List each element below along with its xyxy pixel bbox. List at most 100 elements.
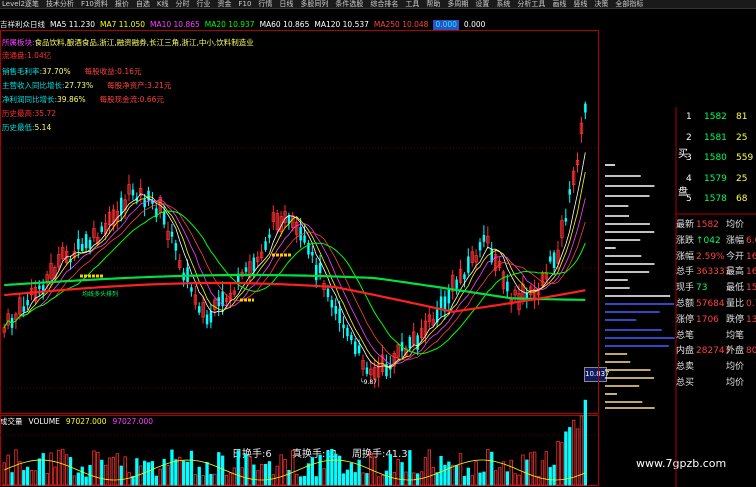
- volume-bar: [283, 458, 287, 486]
- volume-bar: [287, 469, 291, 486]
- volume-bar: [33, 470, 38, 486]
- volume-bar: [22, 470, 26, 486]
- candle-body: [209, 311, 213, 323]
- volume-bar: [525, 459, 529, 486]
- volume-bar: [435, 472, 439, 486]
- volume-bar: [431, 466, 435, 486]
- volume-bar: [45, 472, 49, 486]
- volume-bar: [139, 465, 143, 486]
- volume-bar: [396, 459, 400, 486]
- low-price-label: └9.87: [360, 378, 377, 386]
- volume-bar: [306, 463, 311, 486]
- candle-body: [170, 231, 174, 237]
- volume-bar: [291, 450, 295, 486]
- volume-bar: [369, 452, 373, 486]
- volume-bar: [224, 474, 229, 486]
- volume-bar: [162, 459, 166, 486]
- volume-bar: [298, 476, 303, 486]
- candle-body: [482, 234, 486, 242]
- volume-bar: [100, 459, 104, 486]
- candle-body: [264, 241, 267, 250]
- volume-bar: [451, 464, 455, 486]
- volume-bar: [213, 473, 217, 486]
- pattern-label: 均线多头排列: [82, 290, 118, 298]
- volume-bar: [341, 473, 346, 486]
- candle-body: [506, 281, 509, 292]
- candle-body: [584, 103, 587, 113]
- volume-bar: [158, 468, 162, 486]
- volume-bar: [384, 470, 389, 486]
- volume-bar: [248, 455, 252, 486]
- volume-bar: [349, 462, 354, 486]
- volume-bar: [443, 464, 447, 486]
- volume-bar: [236, 450, 240, 486]
- volume-bar: [314, 476, 318, 486]
- candle-body: [357, 345, 361, 354]
- volume-bar: [127, 472, 131, 486]
- candle-body: [467, 256, 470, 273]
- candle-body: [478, 242, 482, 251]
- volume-bar: [232, 467, 237, 486]
- ma20-line: [3, 210, 586, 355]
- volume-bar: [334, 453, 338, 486]
- candle-body: [198, 306, 201, 313]
- candle-body: [303, 235, 306, 243]
- candle-body: [463, 274, 466, 280]
- volume-bar: [61, 448, 65, 486]
- volume-bar: [68, 457, 73, 486]
- volume-bar: [404, 471, 408, 486]
- candle-body: [338, 308, 341, 324]
- candle-body: [318, 262, 322, 273]
- candle-body: [77, 238, 80, 250]
- candle-body: [455, 279, 458, 289]
- volume-bar: [474, 461, 478, 486]
- volume-bar: [228, 472, 233, 486]
- volume-bar: [29, 469, 34, 486]
- candle-body: [131, 189, 135, 196]
- volume-bar: [259, 463, 264, 486]
- volume-bar: [92, 450, 96, 486]
- volume-bar: [556, 440, 560, 486]
- volume-bar: [267, 461, 272, 486]
- volume-bar: [217, 452, 221, 486]
- volume-bar: [189, 450, 194, 486]
- volume-bar: [365, 473, 369, 486]
- candle-body: [88, 239, 92, 249]
- candle-body: [334, 305, 337, 314]
- volume-bar: [412, 472, 416, 486]
- volume-bar: [357, 459, 361, 486]
- volume-bar: [185, 461, 190, 486]
- volume-bar: [548, 467, 552, 486]
- candle-body: [174, 243, 178, 251]
- candle-body: [408, 336, 412, 349]
- volume-bar: [513, 473, 517, 486]
- candle-body: [549, 256, 552, 262]
- candle-body: [205, 314, 209, 325]
- volume-bar: [104, 464, 108, 486]
- volume-bar: [400, 462, 404, 486]
- candle-body: [81, 243, 84, 251]
- volume-bar: [310, 457, 315, 486]
- candle-body: [552, 252, 556, 268]
- candle-body: [143, 199, 146, 208]
- volume-bar: [490, 451, 494, 486]
- volume-bar: [154, 475, 159, 486]
- candle-body: [299, 227, 302, 241]
- volume-bar: [509, 459, 513, 486]
- candlestick-chart[interactable]: └9.87 均线多头排列: [0, 0, 756, 487]
- candle-body: [244, 267, 248, 272]
- volume-bar: [544, 451, 548, 486]
- volume-bar: [197, 466, 201, 486]
- volume-bar: [181, 460, 186, 486]
- volume-bar: [84, 476, 88, 486]
- volume-bar: [2, 462, 6, 486]
- candle-body: [447, 288, 451, 304]
- volume-bar: [174, 459, 178, 486]
- volume-bar: [256, 470, 260, 486]
- volume-bar: [493, 470, 498, 486]
- volume-bar: [209, 473, 213, 486]
- volume-bar: [318, 455, 322, 486]
- volume-bar: [439, 455, 443, 486]
- volume-bar: [205, 461, 209, 486]
- volume-bar: [146, 462, 151, 486]
